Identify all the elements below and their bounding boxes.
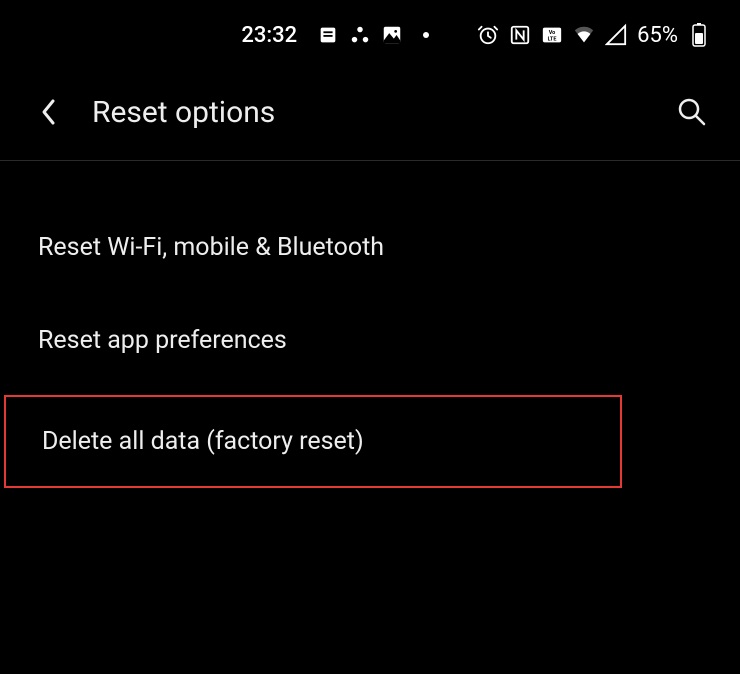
setting-reset-app-preferences[interactable]: Reset app preferences: [0, 294, 740, 387]
nfc-icon: [509, 24, 531, 46]
svg-text:Vo: Vo: [549, 30, 556, 36]
setting-factory-reset[interactable]: Delete all data (factory reset): [4, 395, 622, 488]
wifi-icon: [573, 24, 595, 46]
setting-reset-network[interactable]: Reset Wi-Fi, mobile & Bluetooth: [0, 201, 740, 294]
battery-percent: 65%: [637, 23, 678, 48]
setting-item-label: Delete all data (factory reset): [42, 427, 364, 456]
status-icons-right: Vo LTE 65%: [477, 23, 710, 48]
notification-icon: [317, 24, 339, 46]
status-time: 23:32: [241, 23, 297, 48]
signal-icon: [605, 24, 627, 46]
back-button[interactable]: [34, 97, 64, 127]
alarm-icon: [477, 24, 499, 46]
status-separator-dot: [423, 32, 429, 38]
setting-item-label: Reset app preferences: [38, 326, 287, 355]
status-icons-left: [317, 24, 403, 46]
settings-list: Reset Wi-Fi, mobile & Bluetooth Reset ap…: [0, 161, 740, 488]
app-header: Reset options: [0, 70, 740, 160]
page-title: Reset options: [92, 95, 646, 130]
battery-icon: [688, 24, 710, 46]
setting-item-label: Reset Wi-Fi, mobile & Bluetooth: [38, 233, 384, 262]
status-bar: 23:32: [0, 0, 740, 70]
dots-icon: [349, 24, 371, 46]
svg-text:LTE: LTE: [548, 37, 557, 43]
search-button[interactable]: [674, 94, 710, 130]
photo-icon: [381, 24, 403, 46]
volte-icon: Vo LTE: [541, 24, 563, 46]
